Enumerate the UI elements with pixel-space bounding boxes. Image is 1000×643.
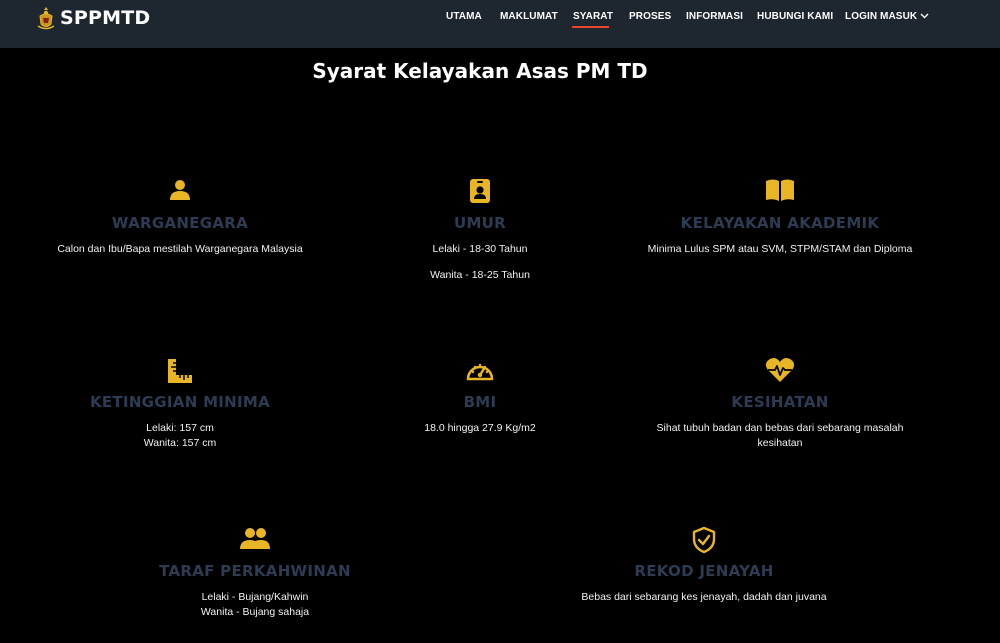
card-text: Lelaki: 157 cm — [146, 422, 214, 434]
book-icon — [630, 178, 930, 206]
active-nav-underline — [572, 26, 609, 28]
ruler-icon — [30, 357, 330, 385]
card-title: WARGANEGARA — [111, 214, 249, 232]
page-title: Syarat Kelayakan Asas PM TD — [312, 59, 648, 83]
card-title: TARAF PERKAHWINAN — [159, 562, 351, 580]
nav-syarat[interactable]: SYARAT — [573, 11, 613, 22]
shield-check-icon — [554, 526, 854, 554]
gauge-icon — [330, 357, 630, 385]
nav-utama[interactable]: UTAMA — [446, 11, 482, 22]
card-text: Bebas dari sebarang kes jenayah, dadah d… — [581, 591, 827, 603]
main-nav: UTAMA MAKLUMAT SYARAT PROSES INFORMASI H… — [0, 0, 1000, 48]
card-text: Minima Lulus SPM atau SVM, STPM/STAM dan… — [647, 243, 913, 255]
nav-informasi[interactable]: INFORMASI — [686, 11, 743, 22]
nav-maklumat[interactable]: MAKLUMAT — [500, 11, 558, 22]
card-title: KELAYAKAN AKADEMIK — [680, 214, 880, 232]
card-title: KETINGGIAN MINIMA — [89, 393, 271, 411]
chevron-down-icon — [920, 13, 929, 19]
card-title: KESIHATAN — [731, 393, 829, 411]
card-kesihatan: KESIHATAN Sihat tubuh badan dan bebas da… — [630, 357, 930, 451]
heart-pulse-icon — [630, 357, 930, 385]
card-bmi: BMI 18.0 hingga 27.9 Kg/m2 — [330, 357, 630, 436]
id-badge-icon — [330, 178, 630, 206]
top-navbar: SPPMTD UTAMA MAKLUMAT SYARAT PROSES INFO… — [0, 0, 1000, 48]
card-kelayakan-akademik: KELAYAKAN AKADEMIK Minima Lulus SPM atau… — [630, 178, 930, 257]
card-ketinggian-minima: KETINGGIAN MINIMA Lelaki: 157 cm Wanita:… — [30, 357, 330, 451]
card-warganegara: WARGANEGARA Calon dan Ibu/Bapa mestilah … — [30, 178, 330, 257]
card-taraf-perkahwinan: TARAF PERKAHWINAN Lelaki - Bujang/Kahwin… — [105, 526, 405, 620]
nav-hubungi-kami[interactable]: HUBUNGI KAMI — [757, 11, 833, 22]
nav-proses[interactable]: PROSES — [629, 11, 671, 22]
card-title: REKOD JENAYAH — [634, 562, 774, 580]
card-text: Wanita - 18-25 Tahun — [430, 269, 530, 281]
card-rekod-jenayah: REKOD JENAYAH Bebas dari sebarang kes je… — [554, 526, 854, 605]
nav-login-masuk[interactable]: LOGIN MASUK — [845, 11, 929, 22]
card-umur: UMUR Lelaki - 18-30 Tahun Wanita - 18-25… — [330, 178, 630, 283]
nav-login-label: LOGIN MASUK — [845, 11, 918, 22]
card-text: Calon dan Ibu/Bapa mestilah Warganegara … — [57, 243, 303, 255]
user-icon — [30, 178, 330, 206]
card-text: Wanita: 157 cm — [143, 437, 217, 449]
card-text: kesihatan — [757, 437, 803, 449]
card-text: Wanita - Bujang sahaja — [200, 606, 310, 618]
card-text: Lelaki - 18-30 Tahun — [432, 243, 528, 255]
card-text: Sihat tubuh badan dan bebas dari sebaran… — [656, 422, 904, 434]
users-icon — [105, 526, 405, 554]
card-title: BMI — [463, 393, 497, 411]
card-text: 18.0 hingga 27.9 Kg/m2 — [424, 422, 536, 434]
card-text: Lelaki - Bujang/Kahwin — [201, 591, 309, 603]
card-title: UMUR — [453, 214, 507, 232]
